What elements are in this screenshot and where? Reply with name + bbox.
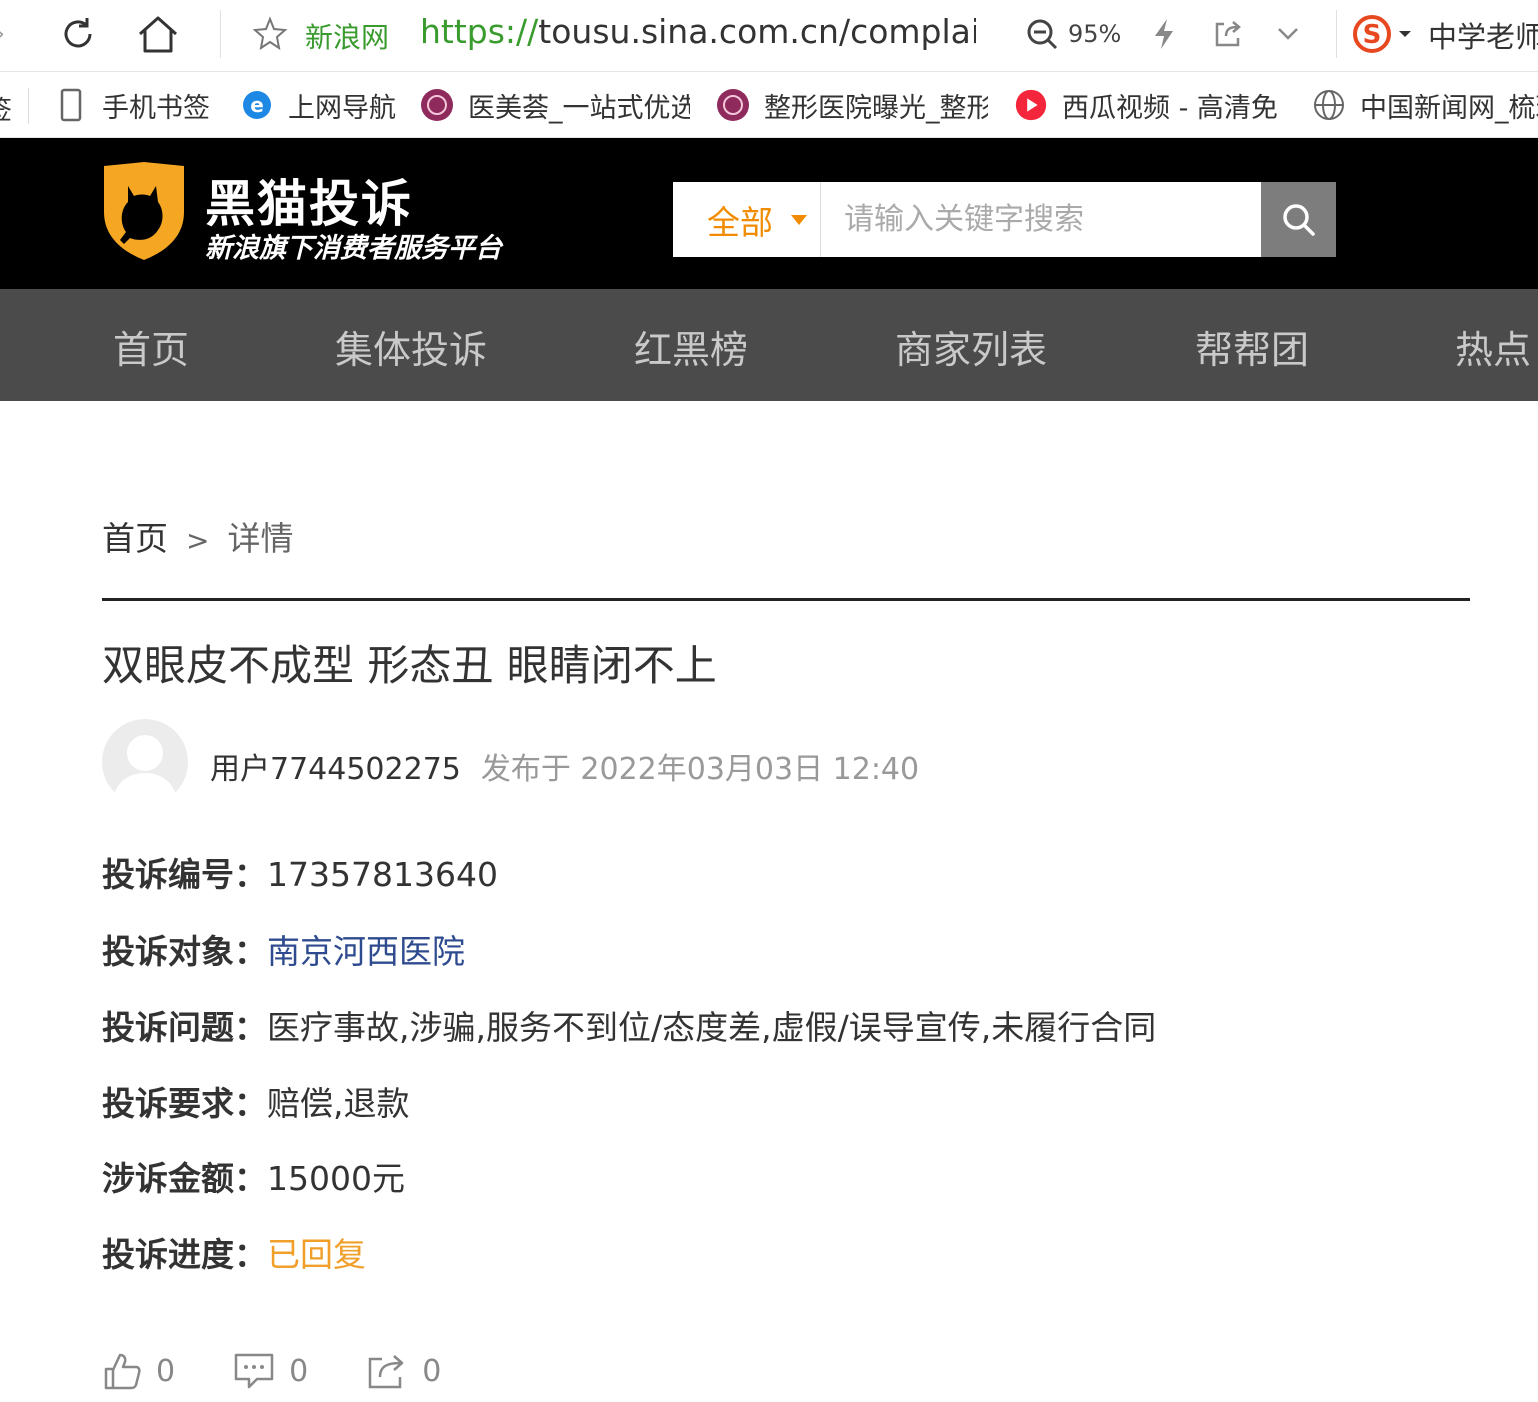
search-icon [1282,203,1315,236]
bookmark-overflow[interactable]: 签 [0,90,12,127]
status-badge: 已回复 [267,1235,366,1274]
bookmark-item[interactable]: 手机书签 [54,82,224,128]
chevron-down-icon[interactable] [1268,14,1308,54]
browser-toolbar: › 新浪网 https://tousu.sina.com.cn/complain… [0,0,1538,72]
action-bar: 0 0 0 [102,1348,499,1394]
address-bar[interactable]: https://tousu.sina.com.cn/complaint/ [420,12,976,51]
avatar[interactable] [102,719,188,805]
search-input[interactable] [822,182,1261,257]
globe-icon [1312,88,1346,122]
field-value: 赔偿,退款 [267,1084,410,1123]
refresh-icon[interactable] [52,8,104,60]
field-value: 17357813640 [267,855,498,894]
bookmark-item[interactable]: 整形医院曝光_整形 [716,82,988,128]
share-count: 0 [422,1353,442,1389]
star-icon[interactable] [250,14,290,54]
site-header: 黑猫投诉 新浪旗下消费者服务平台 全部 [0,138,1538,289]
like-button[interactable]: 0 [102,1351,175,1391]
nav-home[interactable]: 首页 [113,319,189,374]
search-button[interactable] [1261,182,1336,257]
sogou-search-icon[interactable]: S [1352,12,1412,56]
field-label: 投诉进度： [102,1235,267,1274]
bookmark-item[interactable]: 医美荟_一站式优选 [420,82,690,128]
ie-icon: e [240,88,274,122]
comment-button[interactable]: 0 [233,1351,308,1391]
chevron-down-icon [791,214,807,225]
breadcrumb: 首页 > 详情 [102,512,293,560]
breadcrumb-home[interactable]: 首页 [102,519,168,558]
bookmark-item[interactable]: e 上网导航 [240,82,405,128]
merchant-link[interactable]: 南京河西医院 [267,932,465,971]
search-hint[interactable]: 中学老师 [1428,14,1538,56]
share-icon [368,1355,404,1389]
field-label: 投诉编号： [102,855,267,894]
bookmark-item[interactable]: 中国新闻网_梳理 [1312,82,1538,128]
author-line: 用户7744502275 发布于 2022年03月03日 12:40 [210,744,919,788]
breadcrumb-separator: > [186,524,210,557]
field-label: 投诉问题： [102,1008,267,1047]
field-amount: 涉诉金额：15000元 [102,1152,405,1200]
phone-icon [54,88,88,122]
bookmark-item[interactable]: 西瓜视频 - 高清免 [1014,82,1282,128]
field-label: 投诉要求： [102,1084,267,1123]
field-complaint-issue: 投诉问题：医疗事故,涉骗,服务不到位/态度差,虚假/误导宣传,未履行合同 [102,1001,1156,1049]
share-icon[interactable] [1208,14,1248,54]
field-value: 医疗事故,涉骗,服务不到位/态度差,虚假/误导宣传,未履行合同 [267,1008,1157,1047]
site-subtitle: 新浪旗下消费者服务平台 [205,233,502,264]
nav-red-black-list[interactable]: 红黑榜 [634,319,748,374]
field-complaint-demand: 投诉要求：赔偿,退款 [102,1077,410,1125]
nav-hot[interactable]: 热点 [1455,319,1531,374]
black-cat-logo[interactable] [100,160,188,262]
field-value: 15000元 [267,1159,405,1198]
svg-text:e: e [250,93,264,117]
divider [102,598,1470,601]
xigua-icon [1014,88,1048,122]
share-button[interactable]: 0 [366,1351,441,1391]
nav-group-complaints[interactable]: 集体投诉 [335,319,487,374]
yimeihui-icon [716,88,750,122]
field-complaint-id: 投诉编号：17357813640 [102,848,498,896]
main-nav: 首页 集体投诉 红黑榜 商家列表 帮帮团 热点 [0,289,1538,401]
like-count: 0 [156,1353,176,1389]
complaint-title: 双眼皮不成型 形态丑 眼睛闭不上 [102,641,717,690]
field-label: 投诉对象： [102,932,267,971]
author-name[interactable]: 用户7744502275 [210,752,461,787]
lightning-icon[interactable] [1144,14,1184,54]
site-search: 全部 [673,182,1336,257]
yimeihui-icon [420,88,454,122]
nav-help-group[interactable]: 帮帮团 [1195,319,1309,374]
bookmarks-bar: 签 手机书签 e 上网导航 医美荟_一站式优选 整形医院曝光_整形 西瓜视频 -… [0,72,1538,138]
field-complaint-target: 投诉对象：南京河西医院 [102,925,465,973]
publish-time: 发布于 2022年03月03日 12:40 [480,752,920,787]
breadcrumb-current: 详情 [227,519,294,558]
field-progress: 投诉进度：已回复 [102,1228,366,1276]
field-label: 涉诉金额： [102,1159,267,1198]
zoom-out-icon[interactable] [1022,14,1062,54]
zoom-level[interactable]: 95% [1068,20,1121,48]
site-label: 新浪网 [305,21,390,54]
thumbs-up-icon [104,1353,141,1390]
nav-merchant-list[interactable]: 商家列表 [895,319,1047,374]
svg-text:S: S [1363,20,1382,50]
search-category-select[interactable]: 全部 [673,182,821,257]
comment-icon [234,1353,274,1389]
comment-count: 0 [289,1353,309,1389]
home-icon[interactable] [132,8,184,60]
forward-icon[interactable]: › [0,22,5,47]
